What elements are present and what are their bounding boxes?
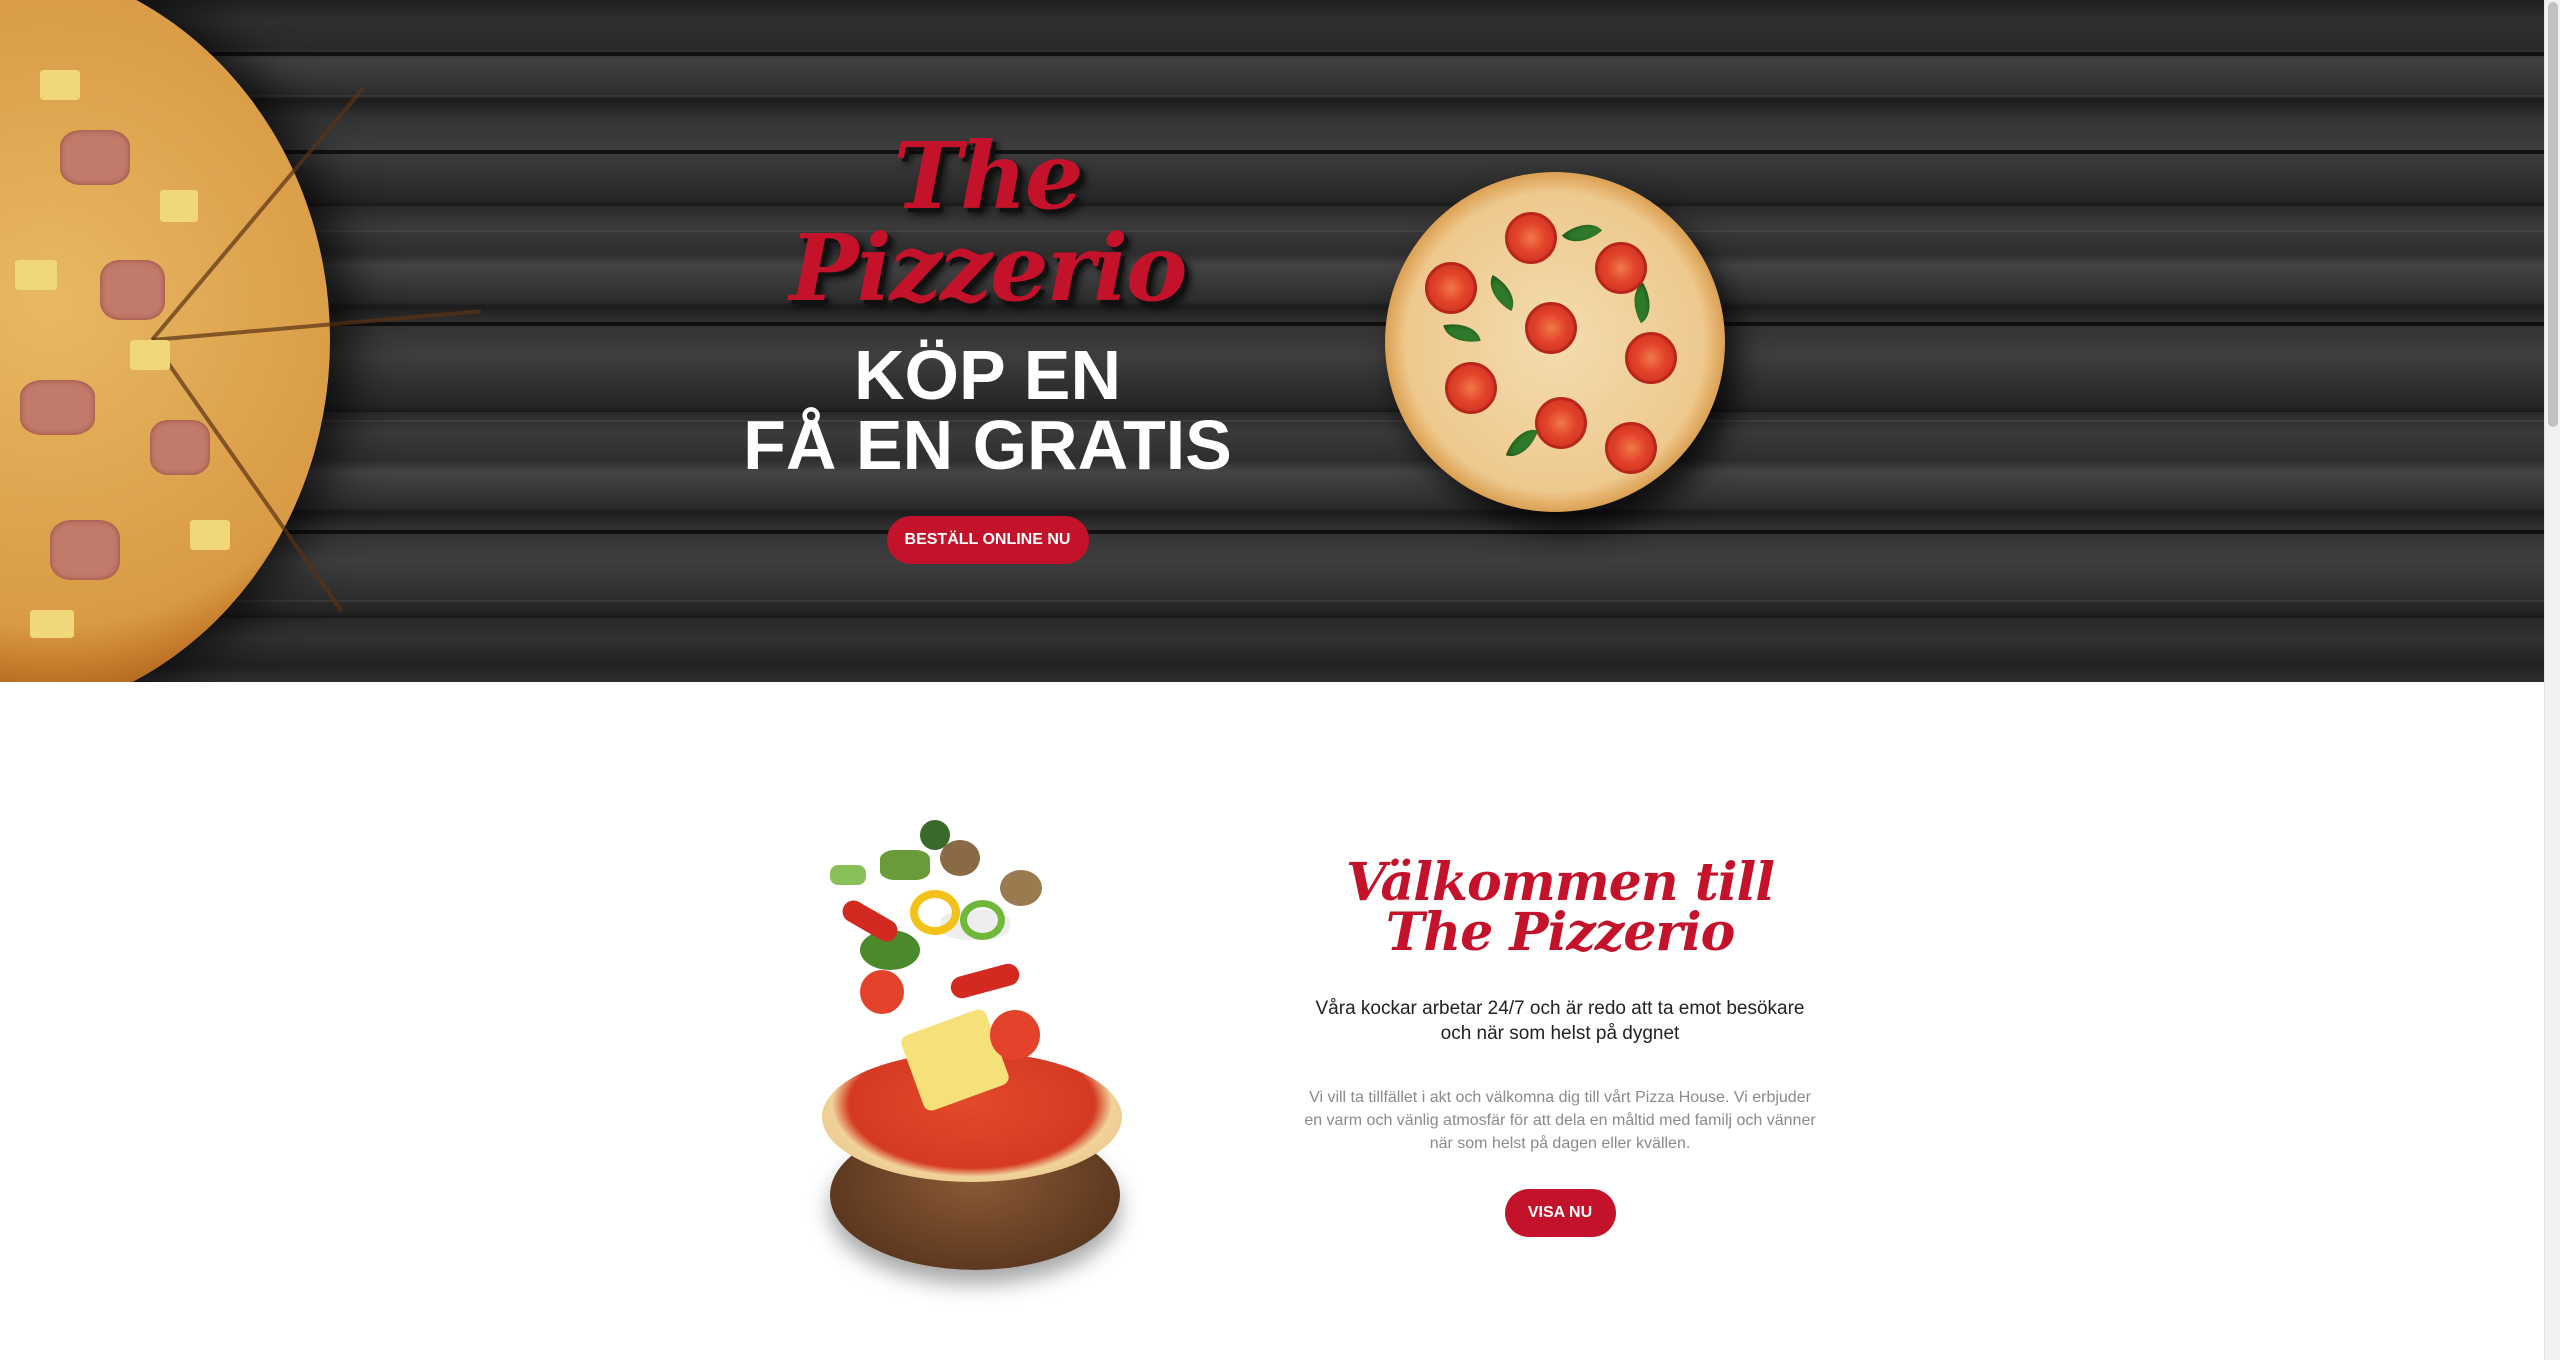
- brand-logo-text: The Pizzerio: [789, 122, 1188, 322]
- pineapple-topping: [40, 70, 80, 100]
- welcome-title: Välkommen till The Pizzerio: [1345, 852, 1775, 963]
- tomato-slice: [1445, 362, 1497, 414]
- basil-leaf: [1481, 274, 1523, 312]
- olive: [920, 820, 950, 850]
- scrollbar-thumb[interactable]: [2548, 2, 2558, 427]
- headline-line-1: KÖP EN: [853, 336, 1122, 414]
- basil-leaf: [1443, 319, 1481, 347]
- red-pepper-strip: [948, 961, 1022, 1001]
- order-online-button[interactable]: BESTÄLL ONLINE NU: [886, 516, 1089, 564]
- hero-content: The Pizzerio KÖP EN FÅ EN GRATIS BESTÄLL…: [700, 130, 1275, 564]
- tomato-slice: [1535, 397, 1587, 449]
- mushroom: [1000, 870, 1042, 906]
- wood-plank-seam: [0, 52, 2544, 56]
- green-vegetable: [830, 865, 866, 885]
- ham-topping: [100, 260, 165, 320]
- mushroom: [940, 840, 980, 876]
- pineapple-topping: [30, 610, 74, 638]
- basil-leaf: [1561, 213, 1603, 253]
- green-pepper-ring: [960, 900, 1005, 940]
- margherita-pizza-image: [1385, 172, 1725, 512]
- page-scrollbar[interactable]: [2544, 0, 2560, 1360]
- ham-topping: [150, 420, 210, 475]
- headline-line-2: FÅ EN GRATIS: [743, 406, 1232, 484]
- hawaiian-pizza-image: [0, 0, 481, 682]
- tomato-slice: [990, 1010, 1040, 1060]
- hero-banner: The Pizzerio KÖP EN FÅ EN GRATIS BESTÄLL…: [0, 0, 2544, 682]
- tomato-slice: [1625, 332, 1677, 384]
- tomato-slice: [1425, 262, 1477, 314]
- ham-topping: [50, 520, 120, 580]
- pineapple-topping: [190, 520, 230, 550]
- pineapple-topping: [15, 260, 57, 290]
- tomato-slice: [1525, 302, 1577, 354]
- yellow-pepper-ring: [910, 890, 960, 935]
- welcome-body-text: Vi vill ta tillfället i akt och välkomna…: [1304, 1089, 1816, 1152]
- pizza-slice-cut: [150, 338, 343, 612]
- ham-topping: [20, 380, 95, 435]
- hero-headline: KÖP EN FÅ EN GRATIS: [700, 340, 1275, 480]
- welcome-subtitle: Våra kockar arbetar 24/7 och är redo att…: [1315, 998, 1805, 1044]
- tomato-slice: [860, 970, 904, 1014]
- pineapple-topping: [130, 340, 170, 370]
- ham-topping: [60, 130, 130, 185]
- basil-leaf: [1505, 423, 1539, 463]
- green-vegetable: [880, 850, 930, 880]
- wood-grain: [0, 600, 2544, 602]
- welcome-section: Välkommen till The Pizzerio Våra kockar …: [1300, 852, 1820, 1237]
- pineapple-topping: [160, 190, 198, 222]
- wood-grain: [0, 95, 2544, 97]
- tomato-slice: [1505, 212, 1557, 264]
- view-now-button[interactable]: VISA NU: [1504, 1189, 1616, 1237]
- tomato-slice: [1605, 422, 1657, 474]
- flying-ingredients-pizza-image: [800, 820, 1160, 1270]
